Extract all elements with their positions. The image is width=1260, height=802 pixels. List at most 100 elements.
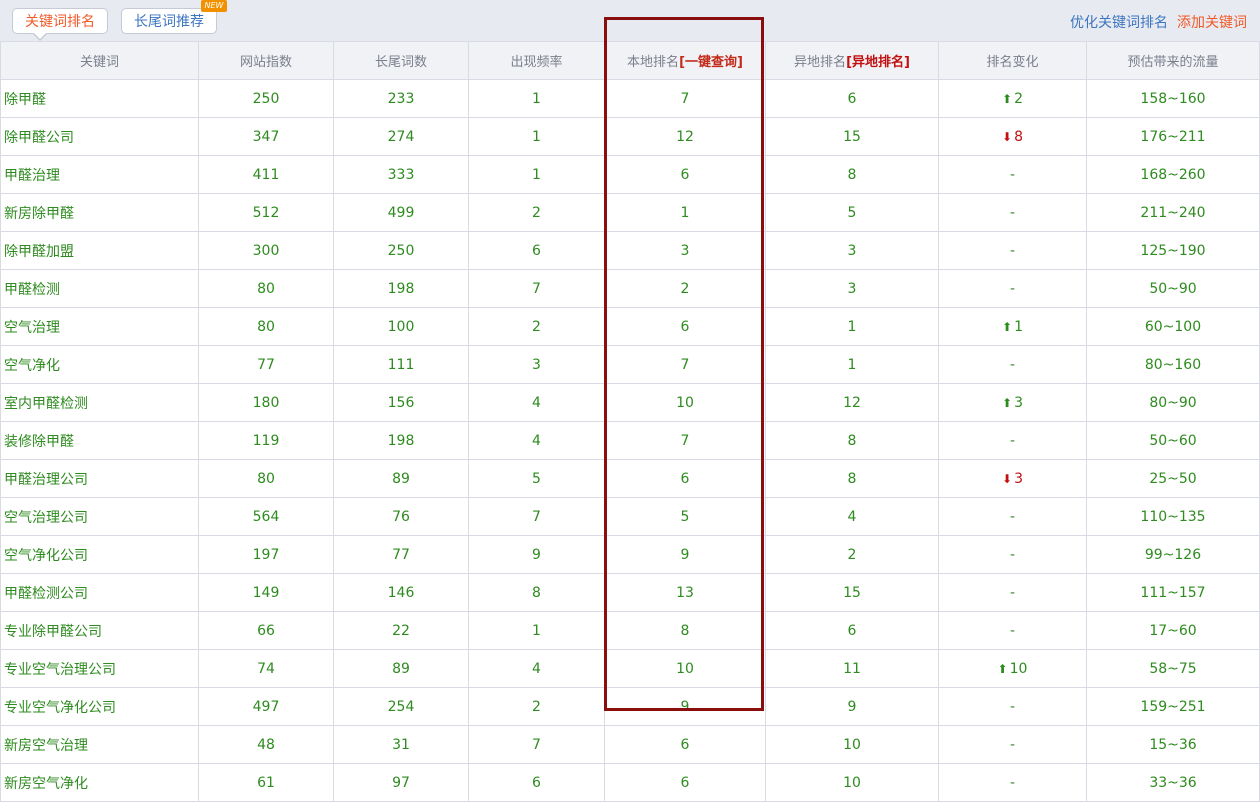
keyword-cell[interactable]: 空气净化 <box>0 345 199 384</box>
local-rank-cell: 6 <box>604 459 766 498</box>
rank-change-cell: ⬆ 10 <box>938 649 1087 688</box>
table-row: 专业空气治理公司 74 89 4 10 11 ⬆ 10 58~75 <box>0 649 1260 688</box>
rank-change-value: - <box>1009 698 1016 715</box>
keyword-cell[interactable]: 空气治理 <box>0 307 199 346</box>
keyword-cell[interactable]: 装修除甲醛 <box>0 421 199 460</box>
keyword-cell[interactable]: 空气治理公司 <box>0 497 199 536</box>
table-row: 空气治理 80 100 2 6 1 ⬆ 1 60~100 <box>0 307 1260 346</box>
rank-change-cell: - <box>938 573 1087 612</box>
frequency-cell: 2 <box>468 307 605 346</box>
rank-change-value: - <box>1009 774 1016 791</box>
arrow-up-icon: ⬆ <box>1002 91 1013 106</box>
add-keyword-link[interactable]: 添加关键词 <box>1177 12 1247 32</box>
remote-rank-cell: 6 <box>765 79 939 118</box>
longtail-count-cell: 274 <box>333 117 469 156</box>
longtail-count-cell: 198 <box>333 269 469 308</box>
longtail-count-cell: 146 <box>333 573 469 612</box>
traffic-cell: 25~50 <box>1086 459 1260 498</box>
keyword-cell[interactable]: 甲醛治理 <box>0 155 199 194</box>
new-badge: NEW <box>201 0 227 12</box>
header-rank-change[interactable]: 排名变化 <box>938 41 1087 80</box>
table-header-row: 关键词 网站指数 长尾词数 出现频率 本地排名[一键查询] 异地排名[异地排名]… <box>0 41 1260 80</box>
frequency-cell: 4 <box>468 421 605 460</box>
frequency-cell: 7 <box>468 497 605 536</box>
header-remote-rank-label: 异地排名 <box>794 55 847 70</box>
rank-change-value: 8 <box>1014 128 1023 145</box>
rank-change-cell: - <box>938 231 1087 270</box>
remote-rank-cell: 2 <box>765 535 939 574</box>
local-rank-cell: 1 <box>604 193 766 232</box>
local-rank-cell: 6 <box>604 725 766 764</box>
frequency-cell: 7 <box>468 725 605 764</box>
table-row: 除甲醛 250 233 1 7 6 ⬆ 2 158~160 <box>0 79 1260 118</box>
optimize-keyword-ranking-link[interactable]: 优化关键词排名 <box>1070 12 1168 32</box>
table-row: 空气净化 77 111 3 7 1 - 80~160 <box>0 345 1260 384</box>
table-row: 甲醛治理公司 80 89 5 6 8 ⬇ 3 25~50 <box>0 459 1260 498</box>
keyword-cell[interactable]: 新房空气净化 <box>0 763 199 802</box>
table-row: 专业空气净化公司 497 254 2 9 9-159~251 <box>0 687 1260 726</box>
keyword-cell[interactable]: 甲醛治理公司 <box>0 459 199 498</box>
remote-rank-cell: 9 <box>765 687 939 726</box>
keyword-cell[interactable]: 除甲醛公司 <box>0 117 199 156</box>
header-frequency[interactable]: 出现频率 <box>468 41 605 80</box>
remote-rank-cell: 8 <box>765 421 939 460</box>
remote-rank-cell: 8 <box>765 459 939 498</box>
local-rank-cell: 5 <box>604 497 766 536</box>
frequency-cell: 1 <box>468 117 605 156</box>
frequency-cell: 1 <box>468 611 605 650</box>
keyword-cell[interactable]: 新房空气治理 <box>0 725 199 764</box>
traffic-cell: 50~60 <box>1086 421 1260 460</box>
keyword-cell[interactable]: 甲醛检测公司 <box>0 573 199 612</box>
longtail-count-cell: 499 <box>333 193 469 232</box>
header-estimated-traffic[interactable]: 预估带来的流量 <box>1086 41 1260 80</box>
keyword-cell[interactable]: 专业空气净化公司 <box>0 687 199 726</box>
rank-change-value: - <box>1009 584 1016 601</box>
site-index-cell: 74 <box>198 649 334 688</box>
remote-rank-cell: 4 <box>765 497 939 536</box>
keyword-cell[interactable]: 室内甲醛检测 <box>0 383 199 422</box>
site-index-cell: 149 <box>198 573 334 612</box>
remote-rank-cell: 12 <box>765 383 939 422</box>
tab-keyword-ranking[interactable]: 关键词排名 <box>12 8 108 41</box>
keyword-cell[interactable]: 专业除甲醛公司 <box>0 611 199 650</box>
rank-change-value: 3 <box>1014 394 1023 411</box>
header-local-rank-label: 本地排名 <box>627 55 680 70</box>
rank-change-cell: ⬆ 2 <box>938 79 1087 118</box>
header-longtail-count[interactable]: 长尾词数 <box>333 41 469 80</box>
local-rank-cell: 6 <box>604 763 766 802</box>
traffic-cell: 58~75 <box>1086 649 1260 688</box>
keyword-cell[interactable]: 除甲醛 <box>0 79 199 118</box>
remote-rank-cell: 15 <box>765 117 939 156</box>
rank-change-cell: - <box>938 269 1087 308</box>
table-row: 除甲醛公司 347 274 1 12 15 ⬇ 8 176~211 <box>0 117 1260 156</box>
keyword-cell[interactable]: 甲醛检测 <box>0 269 199 308</box>
longtail-count-cell: 97 <box>333 763 469 802</box>
header-site-index[interactable]: 网站指数 <box>198 41 334 80</box>
frequency-cell: 5 <box>468 459 605 498</box>
rank-change-cell: - <box>938 763 1087 802</box>
rank-change-value: - <box>1009 166 1016 183</box>
site-index-cell: 61 <box>198 763 334 802</box>
keyword-cell[interactable]: 除甲醛加盟 <box>0 231 199 270</box>
site-index-cell: 80 <box>198 269 334 308</box>
keyword-cell[interactable]: 空气净化公司 <box>0 535 199 574</box>
keyword-cell[interactable]: 新房除甲醛 <box>0 193 199 232</box>
local-rank-cell: 10 <box>604 383 766 422</box>
keyword-cell[interactable]: 专业空气治理公司 <box>0 649 199 688</box>
remote-rank-link[interactable]: [异地排名] <box>846 55 910 70</box>
remote-rank-cell: 1 <box>765 345 939 384</box>
header-keyword[interactable]: 关键词 <box>0 41 199 80</box>
traffic-cell: 159~251 <box>1086 687 1260 726</box>
one-click-query-link[interactable]: [一键查询] <box>679 55 743 70</box>
remote-rank-cell: 3 <box>765 231 939 270</box>
frequency-cell: 9 <box>468 535 605 574</box>
local-rank-cell: 7 <box>604 79 766 118</box>
site-index-cell: 564 <box>198 497 334 536</box>
frequency-cell: 6 <box>468 231 605 270</box>
rank-change-cell: ⬇ 3 <box>938 459 1087 498</box>
frequency-cell: 8 <box>468 573 605 612</box>
remote-rank-cell: 15 <box>765 573 939 612</box>
rank-change-value: - <box>1009 432 1016 449</box>
traffic-cell: 50~90 <box>1086 269 1260 308</box>
remote-rank-cell: 10 <box>765 725 939 764</box>
